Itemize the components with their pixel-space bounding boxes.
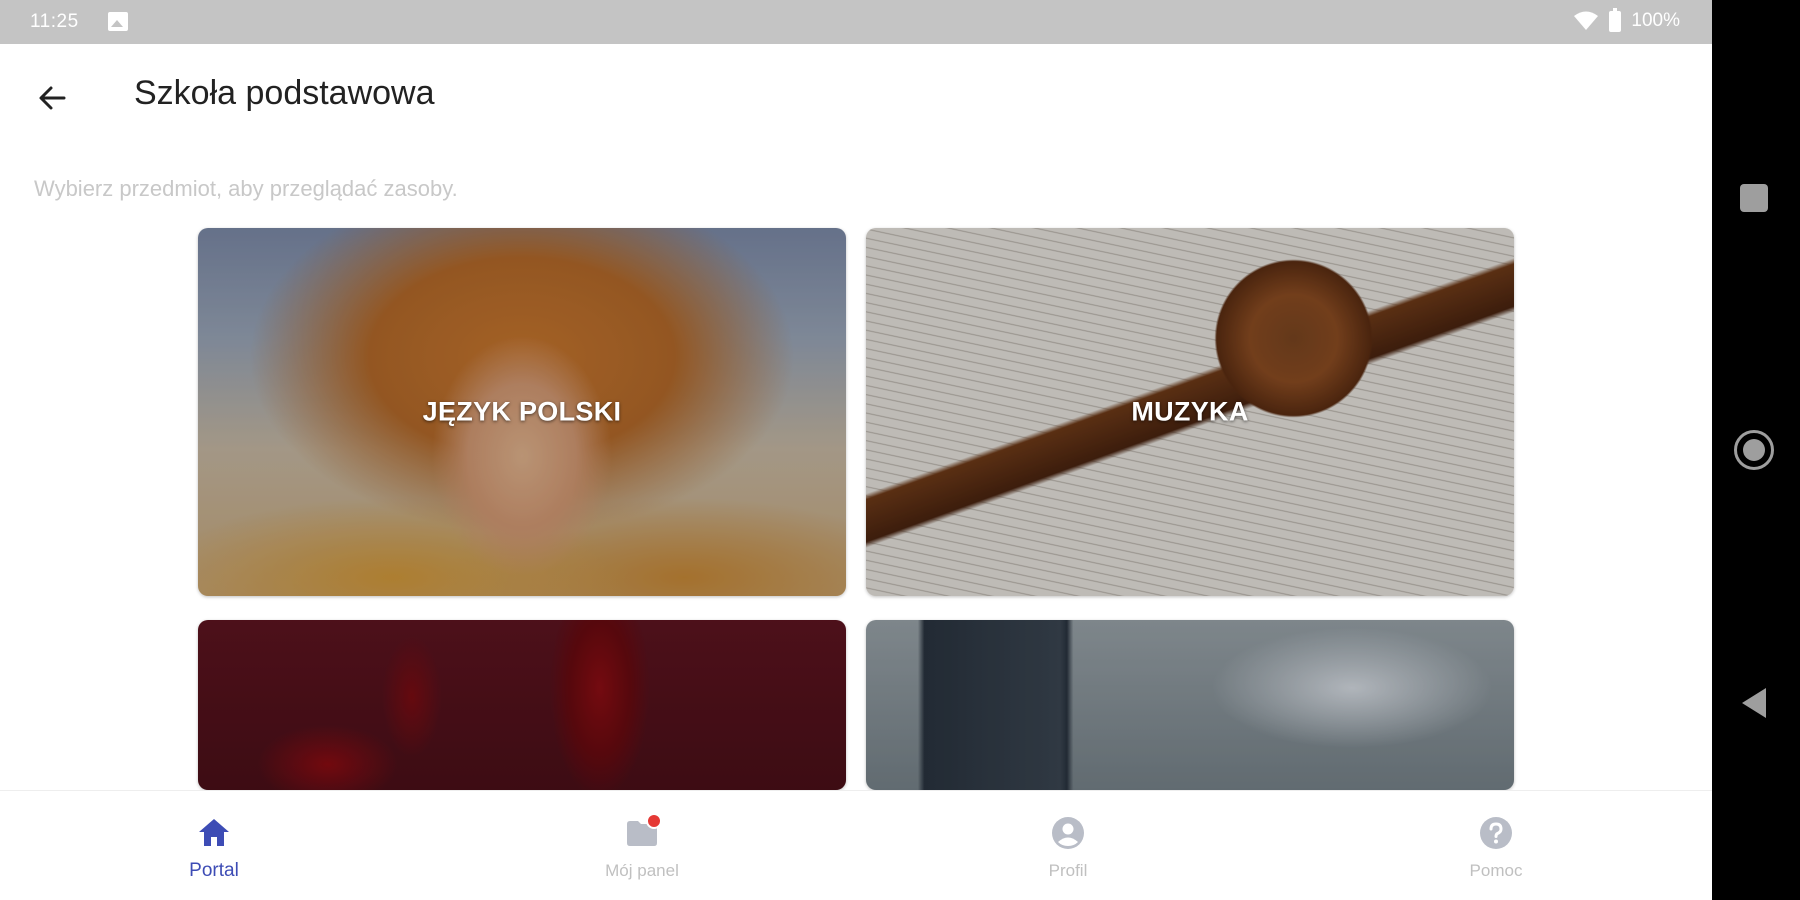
account-circle-icon <box>1052 817 1084 849</box>
subject-card-3[interactable] <box>198 620 846 790</box>
nav-label: Portal <box>189 860 239 881</box>
bottom-navigation: Portal Mój panel Profil Pomoc <box>0 790 1712 900</box>
subject-label: JĘZYK POLSKI <box>422 396 622 427</box>
nav-label: Mój panel <box>605 861 679 880</box>
subject-grid: JĘZYK POLSKI MUZYKA <box>0 0 1712 790</box>
nav-item-pomoc[interactable]: Pomoc <box>1436 791 1556 900</box>
nav-item-moj-panel[interactable]: Mój panel <box>582 791 702 900</box>
subject-card-4[interactable] <box>866 620 1514 790</box>
home-button[interactable] <box>1734 430 1774 470</box>
notification-badge <box>646 813 662 829</box>
subject-card-jezyk-polski[interactable]: JĘZYK POLSKI <box>198 228 846 596</box>
nav-label: Profil <box>1048 861 1088 880</box>
help-icon <box>1480 817 1512 849</box>
nav-label: Pomoc <box>1469 861 1523 880</box>
home-icon <box>199 819 229 846</box>
nav-item-portal[interactable]: Portal <box>154 791 274 900</box>
card-overlay <box>866 620 1514 790</box>
subject-card-muzyka[interactable]: MUZYKA <box>866 228 1514 596</box>
recents-button[interactable] <box>1740 184 1768 212</box>
card-overlay <box>198 620 846 790</box>
app-screen: 11:25 100% Szkoła podstawowa Wybierz prz… <box>0 0 1712 900</box>
system-back-button[interactable] <box>1742 688 1766 718</box>
subject-label: MUZYKA <box>1131 396 1249 427</box>
nav-item-profil[interactable]: Profil <box>1008 791 1128 900</box>
